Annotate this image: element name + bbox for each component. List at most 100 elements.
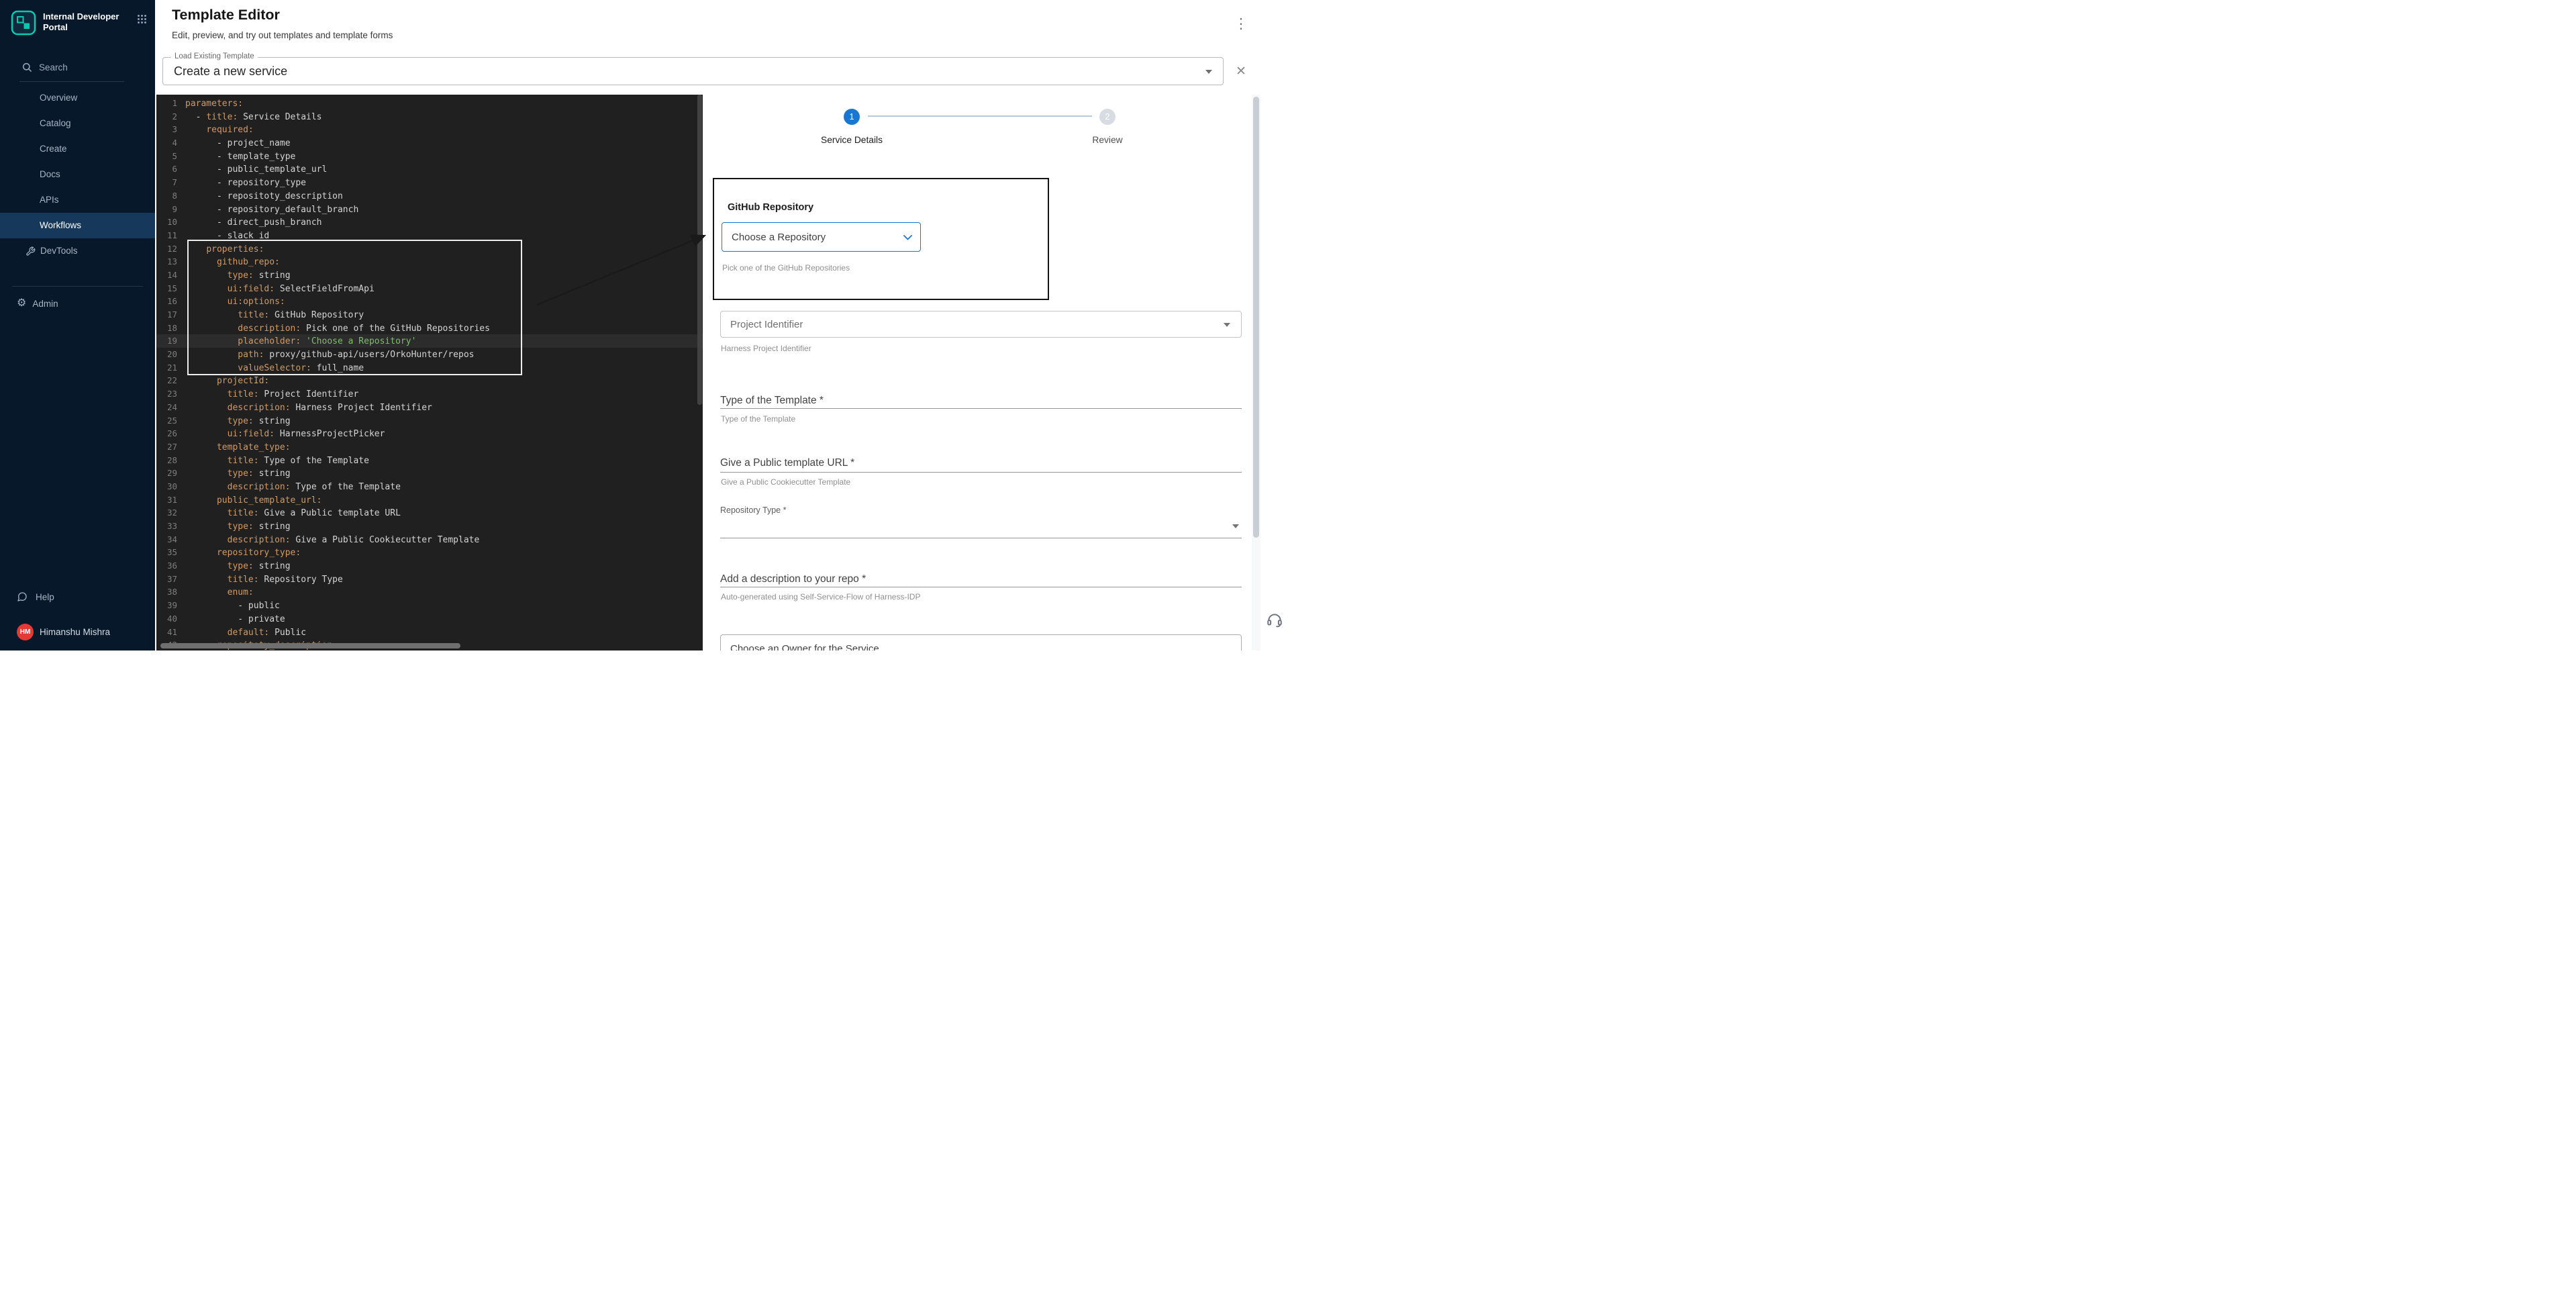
- code-line[interactable]: 25 type: string: [156, 414, 703, 428]
- yaml-editor[interactable]: 1parameters:2 - title: Service Details3 …: [156, 95, 703, 650]
- template-type-field-helper: Type of the Template: [721, 414, 795, 424]
- step-2-indicator[interactable]: 2: [1099, 109, 1116, 125]
- apps-grid-icon[interactable]: [137, 14, 147, 24]
- sidebar-item-admin[interactable]: ⚙ Admin: [0, 295, 155, 311]
- avatar: HM: [17, 624, 34, 640]
- code-line[interactable]: 8 - repositoty_description: [156, 189, 703, 203]
- code-line[interactable]: 20 path: proxy/github-api/users/OrkoHunt…: [156, 348, 703, 361]
- code-line[interactable]: 14 type: string: [156, 269, 703, 282]
- code-line[interactable]: 5 - template_type: [156, 150, 703, 163]
- gear-icon: ⚙: [17, 298, 26, 309]
- wrench-icon: [26, 246, 36, 256]
- code-line[interactable]: 38 enum:: [156, 585, 703, 599]
- close-icon[interactable]: ✕: [1232, 63, 1250, 81]
- code-line[interactable]: 4 - project_name: [156, 136, 703, 150]
- code-line[interactable]: 10 - direct_push_branch: [156, 215, 703, 229]
- sidebar-item-docs[interactable]: Docs: [0, 162, 155, 187]
- code-line[interactable]: 3 required:: [156, 123, 703, 136]
- code-line[interactable]: 16 ui:options:: [156, 295, 703, 308]
- code-line[interactable]: 23 title: Project Identifier: [156, 387, 703, 401]
- line-number: 33: [162, 520, 177, 533]
- code-line[interactable]: 13 github_repo:: [156, 255, 703, 269]
- code-line[interactable]: 19 placeholder: 'Choose a Repository': [156, 334, 703, 348]
- sidebar-search[interactable]: Search: [0, 59, 155, 75]
- sidebar-item-catalog[interactable]: Catalog: [0, 111, 155, 136]
- code-line[interactable]: 37 title: Repository Type: [156, 573, 703, 586]
- code-line[interactable]: 2 - title: Service Details: [156, 110, 703, 124]
- sidebar-item-help-label: Help: [36, 592, 54, 602]
- code-line[interactable]: 21 valueSelector: full_name: [156, 361, 703, 375]
- code-line[interactable]: 28 title: Type of the Template: [156, 454, 703, 467]
- line-number: 34: [162, 533, 177, 546]
- repo-description-field-label[interactable]: Add a description to your repo *: [720, 573, 866, 585]
- page-scrollbar-thumb[interactable]: [1253, 97, 1259, 538]
- github-repository-label: GitHub Repository: [728, 202, 813, 213]
- code-line[interactable]: 18 description: Pick one of the GitHub R…: [156, 322, 703, 335]
- page-scrollbar[interactable]: [1252, 95, 1260, 650]
- sidebar-item-devtools[interactable]: DevTools: [0, 238, 155, 264]
- step-2-label: Review: [1092, 135, 1122, 145]
- line-number: 4: [162, 136, 177, 150]
- public-template-url-field-label[interactable]: Give a Public template URL *: [720, 457, 854, 469]
- code-line[interactable]: 9 - repository_default_branch: [156, 203, 703, 216]
- chevron-down-icon: [1205, 70, 1212, 74]
- line-number: 29: [162, 467, 177, 480]
- project-identifier-select[interactable]: Project Identifier: [720, 311, 1242, 338]
- line-number: 26: [162, 427, 177, 440]
- sidebar-item-workflows[interactable]: Workflows: [0, 213, 155, 238]
- code-line[interactable]: 34 description: Give a Public Cookiecutt…: [156, 533, 703, 546]
- line-number: 35: [162, 546, 177, 559]
- editor-horizontal-scrollbar[interactable]: [160, 643, 460, 648]
- line-number: 15: [162, 282, 177, 295]
- line-number: 40: [162, 612, 177, 626]
- code-line[interactable]: 11 - slack_id: [156, 229, 703, 242]
- github-repository-select[interactable]: Choose a Repository: [722, 222, 921, 252]
- editor-vertical-scrollbar[interactable]: [697, 95, 702, 405]
- chat-bubble-icon: [17, 591, 28, 602]
- code-line[interactable]: 22 projectId:: [156, 374, 703, 387]
- code-line[interactable]: 33 type: string: [156, 520, 703, 533]
- code-line[interactable]: 17 title: GitHub Repository: [156, 308, 703, 322]
- code-line[interactable]: 1parameters:: [156, 97, 703, 110]
- code-line[interactable]: 31 public_template_url:: [156, 493, 703, 507]
- load-template-select[interactable]: Load Existing Template Create a new serv…: [162, 57, 1224, 85]
- code-line[interactable]: 32 title: Give a Public template URL: [156, 506, 703, 520]
- code-line[interactable]: 6 - public_template_url: [156, 162, 703, 176]
- github-repository-select-value: Choose a Repository: [732, 232, 826, 243]
- sidebar: Internal Developer Portal Search Overvie…: [0, 0, 155, 650]
- code-line[interactable]: 15 ui:field: SelectFieldFromApi: [156, 282, 703, 295]
- code-line[interactable]: 29 type: string: [156, 467, 703, 480]
- code-line[interactable]: 12 properties:: [156, 242, 703, 256]
- code-line[interactable]: 27 template_type:: [156, 440, 703, 454]
- code-line[interactable]: 7 - repository_type: [156, 176, 703, 189]
- code-line[interactable]: 40 - private: [156, 612, 703, 626]
- kebab-menu-icon[interactable]: ⋮: [1233, 15, 1249, 33]
- sidebar-item-apis[interactable]: APIs: [0, 187, 155, 213]
- template-type-field-label[interactable]: Type of the Template *: [720, 395, 824, 407]
- sidebar-item-overview[interactable]: Overview: [0, 85, 155, 111]
- code-line[interactable]: 26 ui:field: HarnessProjectPicker: [156, 427, 703, 440]
- project-identifier-helper: Harness Project Identifier: [721, 344, 811, 353]
- sidebar-item-create[interactable]: Create: [0, 136, 155, 162]
- form-preview-panel: 1 2 Service Details Review GitHub Reposi…: [708, 95, 1252, 650]
- sidebar-search-label: Search: [39, 62, 68, 73]
- support-headset-icon[interactable]: [1266, 611, 1283, 628]
- line-number: 14: [162, 269, 177, 282]
- code-line[interactable]: 24 description: Harness Project Identifi…: [156, 401, 703, 414]
- sidebar-item-help[interactable]: Help: [0, 589, 155, 605]
- line-number: 37: [162, 573, 177, 586]
- code-line[interactable]: 36 type: string: [156, 559, 703, 573]
- owner-select[interactable]: Choose an Owner for the Service: [720, 634, 1242, 650]
- code-line[interactable]: 30 description: Type of the Template: [156, 480, 703, 493]
- chevron-down-icon: [1224, 323, 1230, 327]
- line-number: 32: [162, 506, 177, 520]
- code-line[interactable]: 41 default: Public: [156, 626, 703, 639]
- code-line[interactable]: 35 repository_type:: [156, 546, 703, 559]
- load-template-select-label: Load Existing Template: [171, 52, 258, 60]
- line-number: 11: [162, 229, 177, 242]
- user-profile[interactable]: HM Himanshu Mishra: [0, 622, 155, 641]
- step-1-indicator[interactable]: 1: [844, 109, 860, 125]
- code-line[interactable]: 39 - public: [156, 599, 703, 612]
- brand-title: Internal Developer Portal: [43, 10, 122, 33]
- chevron-down-icon[interactable]: [1232, 524, 1239, 528]
